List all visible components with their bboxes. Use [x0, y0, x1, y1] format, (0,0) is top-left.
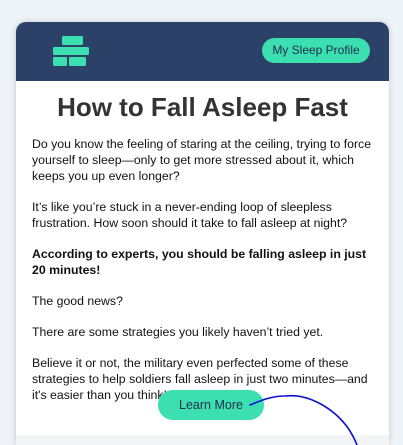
article-body: Do you know the feeling of staring at th… — [32, 136, 377, 418]
paragraph-strategies: There are some strategies you likely hav… — [32, 325, 324, 339]
learn-more-button[interactable]: Learn More — [158, 390, 264, 420]
email-card: My Sleep Profile How to Fall Asleep Fast… — [16, 22, 389, 445]
article-title: How to Fall Asleep Fast — [57, 92, 348, 122]
brand-logo-icon — [53, 36, 89, 66]
paragraph-intro: Do you know the feeling of staring at th… — [32, 137, 372, 183]
paragraph-good-news: The good news? — [32, 294, 123, 308]
paragraph-loop: It’s like you’re stuck in a never-ending… — [32, 200, 348, 230]
my-sleep-profile-button[interactable]: My Sleep Profile — [262, 38, 370, 63]
footer-band — [16, 435, 389, 445]
paragraph-experts: According to experts, you should be fall… — [32, 247, 367, 277]
header-bar: My Sleep Profile — [16, 22, 389, 81]
